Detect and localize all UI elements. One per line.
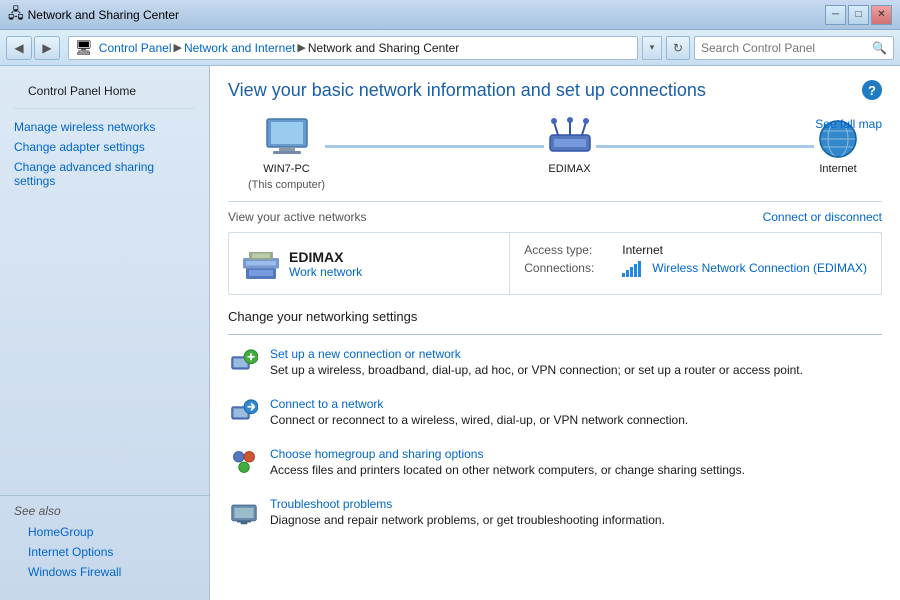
search-box: 🔍 bbox=[694, 36, 894, 60]
setting-content-homegroup: Choose homegroup and sharing options Acc… bbox=[270, 447, 745, 477]
setting-item-homegroup: Choose homegroup and sharing options Acc… bbox=[228, 447, 882, 483]
new-connection-link[interactable]: Set up a new connection or network bbox=[270, 347, 803, 361]
breadcrumb-sep-1: ▶ bbox=[174, 41, 182, 54]
title-bar: 🖧 Network and Sharing Center ─ □ ✕ bbox=[0, 0, 900, 30]
active-networks-title: View your active networks bbox=[228, 210, 367, 224]
window-controls: ─ □ ✕ bbox=[825, 5, 892, 25]
computer-icon bbox=[263, 117, 311, 159]
address-bar: ◀ ▶ 🖥 Control Panel ▶ Network and Intern… bbox=[0, 30, 900, 66]
search-input[interactable] bbox=[701, 41, 872, 55]
forward-button[interactable]: ▶ bbox=[34, 36, 60, 60]
sidebar-change-adapter[interactable]: Change adapter settings bbox=[0, 137, 209, 157]
nav-buttons: ◀ ▶ bbox=[6, 36, 60, 60]
troubleshoot-svg bbox=[230, 498, 258, 526]
see-also-section: See also HomeGroup Internet Options Wind… bbox=[0, 495, 209, 590]
breadcrumb-control-panel[interactable]: Control Panel bbox=[99, 41, 172, 55]
troubleshoot-link[interactable]: Troubleshoot problems bbox=[270, 497, 665, 511]
active-network-box: EDIMAX Work network Access type: Interne… bbox=[228, 232, 882, 295]
setting-content-connect: Connect to a network Connect or reconnec… bbox=[270, 397, 688, 427]
sidebar-manage-wireless[interactable]: Manage wireless networks bbox=[0, 117, 209, 137]
maximize-button[interactable]: □ bbox=[848, 5, 869, 25]
connect-desc: Connect or reconnect to a wireless, wire… bbox=[270, 413, 688, 427]
active-network-right: Access type: Internet Connections: bbox=[510, 233, 881, 294]
refresh-button[interactable]: ↻ bbox=[666, 36, 690, 60]
close-button[interactable]: ✕ bbox=[871, 5, 892, 25]
control-panel-home-link[interactable]: Control Panel Home bbox=[14, 82, 150, 100]
window-title: Network and Sharing Center bbox=[28, 8, 179, 22]
minimize-button[interactable]: ─ bbox=[825, 5, 846, 25]
signal-bars-icon bbox=[622, 261, 644, 280]
router-icon bbox=[544, 117, 596, 159]
network-type-link[interactable]: Work network bbox=[289, 265, 362, 279]
settings-divider bbox=[228, 334, 882, 335]
network-diagram-wrapper: See full map WIN7-PC (This computer) bbox=[228, 117, 882, 191]
active-network-info: EDIMAX Work network bbox=[289, 249, 362, 279]
access-type-label: Access type: bbox=[524, 243, 614, 257]
page-title: View your basic network information and … bbox=[228, 80, 882, 101]
settings-section-title: Change your networking settings bbox=[228, 309, 882, 324]
connect-link[interactable]: Connect to a network bbox=[270, 397, 688, 411]
homegroup-svg bbox=[230, 448, 258, 476]
windows-firewall-link[interactable]: Windows Firewall bbox=[14, 562, 195, 582]
connections-label: Connections: bbox=[524, 261, 614, 280]
node-edimax-label: EDIMAX bbox=[548, 163, 590, 175]
access-type-row: Access type: Internet bbox=[524, 243, 867, 257]
breadcrumb-sep-2: ▶ bbox=[297, 41, 305, 54]
node-edimax: EDIMAX bbox=[544, 117, 596, 175]
setting-item-new-connection: Set up a new connection or network Set u… bbox=[228, 347, 882, 383]
sidebar: Control Panel Home Manage wireless netwo… bbox=[0, 66, 210, 600]
troubleshoot-icon bbox=[228, 498, 260, 533]
setting-content-troubleshoot: Troubleshoot problems Diagnose and repai… bbox=[270, 497, 665, 527]
node-win7-label: WIN7-PC bbox=[263, 163, 309, 175]
sidebar-change-advanced-sharing[interactable]: Change advanced sharing settings bbox=[0, 157, 209, 191]
address-dropdown[interactable]: ▾ bbox=[642, 36, 662, 60]
breadcrumb-bar: 🖥 Control Panel ▶ Network and Internet ▶… bbox=[68, 36, 638, 60]
divider-1 bbox=[228, 201, 882, 202]
see-also-title: See also bbox=[14, 504, 195, 518]
node-win7-sublabel: (This computer) bbox=[248, 179, 325, 191]
setting-content-new-connection: Set up a new connection or network Set u… bbox=[270, 347, 803, 377]
setting-item-connect: Connect to a network Connect or reconnec… bbox=[228, 397, 882, 433]
breadcrumb-icon: 🖥 bbox=[75, 39, 93, 56]
title-bar-left: 🖧 Network and Sharing Center bbox=[8, 3, 179, 27]
new-connection-desc: Set up a wireless, broadband, dial-up, a… bbox=[270, 363, 803, 377]
connect-svg bbox=[230, 398, 258, 426]
homegroup-sharing-link[interactable]: Choose homegroup and sharing options bbox=[270, 447, 745, 461]
active-network-left: EDIMAX Work network bbox=[229, 233, 510, 294]
back-button[interactable]: ◀ bbox=[6, 36, 32, 60]
content-header: View your basic network information and … bbox=[228, 80, 882, 101]
active-networks-header: View your active networks Connect or dis… bbox=[228, 210, 882, 224]
connections-row: Connections: Wireless Network Connection… bbox=[524, 261, 867, 280]
node-win7-pc: WIN7-PC (This computer) bbox=[248, 117, 325, 191]
content-area: View your basic network information and … bbox=[210, 66, 900, 600]
app-icon: 🖧 bbox=[8, 3, 24, 27]
homegroup-icon bbox=[228, 448, 260, 483]
homegroup-link[interactable]: HomeGroup bbox=[14, 522, 195, 542]
search-icon[interactable]: 🔍 bbox=[872, 41, 887, 55]
new-connection-svg bbox=[230, 348, 258, 376]
connector-1 bbox=[325, 145, 543, 148]
connect-icon bbox=[228, 398, 260, 433]
access-type-value: Internet bbox=[622, 243, 663, 257]
wireless-connection-link[interactable]: Wireless Network Connection (EDIMAX) bbox=[652, 261, 867, 280]
troubleshoot-desc: Diagnose and repair network problems, or… bbox=[270, 513, 665, 527]
connector-2 bbox=[596, 145, 814, 148]
setting-item-troubleshoot: Troubleshoot problems Diagnose and repai… bbox=[228, 497, 882, 533]
connect-disconnect-link[interactable]: Connect or disconnect bbox=[763, 210, 882, 224]
internet-options-link[interactable]: Internet Options bbox=[14, 542, 195, 562]
homegroup-desc: Access files and printers located on oth… bbox=[270, 463, 745, 477]
network-name: EDIMAX bbox=[289, 249, 362, 265]
see-full-map-link[interactable]: See full map bbox=[815, 117, 882, 131]
network-diagram: WIN7-PC (This computer) bbox=[228, 117, 882, 191]
edimax-network-icon bbox=[243, 246, 279, 282]
help-button[interactable]: ? bbox=[862, 80, 882, 100]
main-layout: Control Panel Home Manage wireless netwo… bbox=[0, 66, 900, 600]
node-internet-label: Internet bbox=[819, 163, 856, 175]
breadcrumb-current: Network and Sharing Center bbox=[308, 41, 459, 55]
new-connection-icon bbox=[228, 348, 260, 383]
breadcrumb-network-internet[interactable]: Network and Internet bbox=[184, 41, 295, 55]
